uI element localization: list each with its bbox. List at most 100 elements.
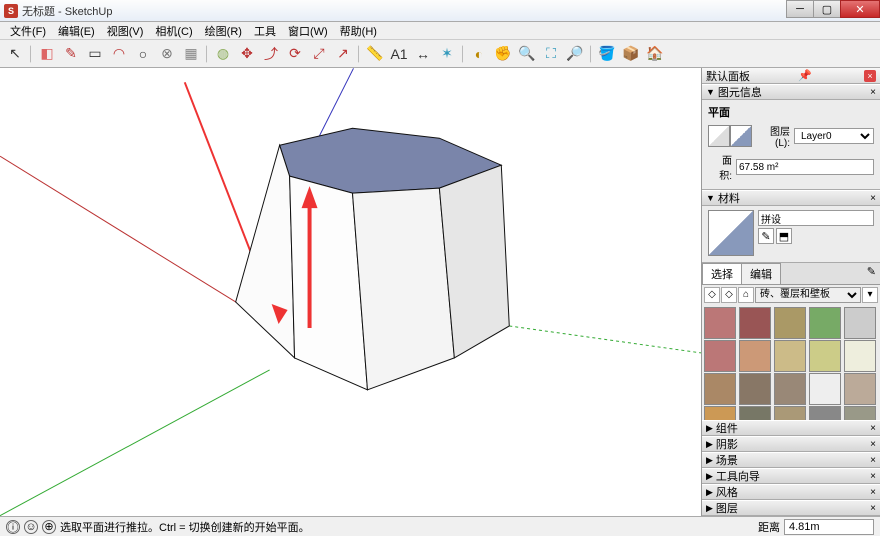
panel-close-icon[interactable]: × [870,439,876,450]
menu-view[interactable]: 视图(V) [101,21,150,41]
panel-entity-info-head[interactable]: ▼ 图元信息 × [702,84,880,100]
panel-close-icon[interactable]: × [870,455,876,466]
tool-text[interactable]: A1 [388,43,410,65]
texture-swatch[interactable] [844,307,876,339]
entity-type: 平面 [708,107,730,119]
menu-file[interactable]: 文件(F) [4,21,52,41]
tool-rect[interactable]: ▭ [84,43,106,65]
user-icon[interactable]: ☺ [24,520,38,534]
tool-line[interactable]: ✎ [60,43,82,65]
info-icon[interactable]: ⓘ [6,520,20,534]
expand-icon: ▶ [706,423,713,434]
panel-场景-head[interactable]: ▶场景× [702,452,880,468]
panel-close-icon[interactable]: × [870,193,876,204]
panel-风格-head[interactable]: ▶风格× [702,484,880,500]
layer-select[interactable]: Layer0 [794,128,874,144]
texture-swatch[interactable] [809,307,841,339]
texture-swatch[interactable] [739,340,771,372]
layer-label: 图层(L): [756,123,790,149]
tool-zoom-extents[interactable]: ⛶ [540,43,562,65]
tool-arc[interactable]: ◠ [108,43,130,65]
texture-swatch[interactable] [739,307,771,339]
panel-阴影-head[interactable]: ▶阴影× [702,436,880,452]
tool-select[interactable]: ↖ [4,43,26,65]
texture-swatch[interactable] [774,406,806,420]
tool-tape[interactable]: 📏 [364,43,386,65]
tool-pan[interactable]: 🔍 [516,43,538,65]
tool-scale[interactable]: ⤢ [308,43,330,65]
texture-swatch[interactable] [739,373,771,405]
texture-swatch[interactable] [844,340,876,372]
menu-tools[interactable]: 工具 [248,21,282,41]
tool-move[interactable]: ✥ [236,43,258,65]
tool-protractor[interactable]: ◐ [468,43,490,65]
vcb-input[interactable] [784,519,874,535]
back-button[interactable]: ◇ [704,287,720,303]
minimize-button[interactable]: ─ [786,0,814,18]
tool-eraser[interactable]: ◧ [36,43,58,65]
home-button[interactable]: ⌂ [738,287,754,303]
panel-close-icon[interactable]: × [870,471,876,482]
tool-offset[interactable]: ⤴ [260,43,282,65]
texture-swatch[interactable] [704,406,736,420]
tool-axes[interactable]: ✶ [436,43,458,65]
panel-工具向导-head[interactable]: ▶工具向导× [702,468,880,484]
texture-swatch[interactable] [844,406,876,420]
fwd-button[interactable]: ◇ [721,287,737,303]
collapse-icon: ▼ [706,193,715,203]
eyedropper-icon[interactable]: ✎ [863,263,880,284]
texture-swatch[interactable] [844,373,876,405]
titlebar: S 无标题 - SketchUp ─ ▢ ✕ [0,0,880,22]
geo-icon[interactable]: ⊕ [42,520,56,534]
create-material-button[interactable]: ✎ [758,228,774,244]
texture-swatch[interactable] [809,406,841,420]
menu-window[interactable]: 窗口(W) [282,21,334,41]
panel-图层-head[interactable]: ▶图层× [702,500,880,516]
texture-swatch[interactable] [774,373,806,405]
texture-swatch[interactable] [739,406,771,420]
panel-close-icon[interactable]: × [870,503,876,514]
tool-paint[interactable]: 🪣 [596,43,618,65]
tool-circle[interactable]: ○ [132,43,154,65]
close-button[interactable]: ✕ [840,0,880,18]
menu-button[interactable]: ▾ [862,287,878,303]
pin-icon[interactable]: 📌 [798,69,812,82]
face-swatch[interactable] [708,125,752,147]
default-material-button[interactable]: ⬒ [776,228,792,244]
maximize-button[interactable]: ▢ [813,0,841,18]
texture-swatch[interactable] [704,373,736,405]
panel-组件-head[interactable]: ▶组件× [702,420,880,436]
tool-rotate[interactable]: ⟳ [284,43,306,65]
texture-swatch[interactable] [774,340,806,372]
tool-freehand[interactable]: ⊗ [156,43,178,65]
panel-materials-head[interactable]: ▼ 材料 × [702,190,880,206]
menu-help[interactable]: 帮助(H) [334,21,383,41]
tool-pushpull[interactable]: ◍ [212,43,234,65]
panel-close-icon[interactable]: × [870,487,876,498]
tool-followme[interactable]: ↗ [332,43,354,65]
tray-title: 默认面板 [706,68,750,84]
tool-orbit[interactable]: ✊ [492,43,514,65]
tab-edit[interactable]: 编辑 [741,263,781,284]
texture-swatch[interactable] [774,307,806,339]
texture-swatch[interactable] [809,340,841,372]
texture-swatch[interactable] [704,340,736,372]
collection-select[interactable]: 砖、覆层和壁板 [755,287,861,303]
texture-swatch[interactable] [704,307,736,339]
tool-dim[interactable]: ↔ [412,43,434,65]
material-name[interactable]: 拼设 [758,210,874,226]
tool-component[interactable]: 📦 [620,43,642,65]
menu-draw[interactable]: 绘图(R) [199,21,248,41]
menu-camera[interactable]: 相机(C) [149,21,198,41]
current-material-swatch[interactable] [708,210,754,256]
tab-select[interactable]: 选择 [702,263,742,284]
tool-3dwh[interactable]: 🏠 [644,43,666,65]
panel-close-icon[interactable]: × [870,87,876,98]
menu-edit[interactable]: 编辑(E) [52,21,101,41]
tool-zoom-window[interactable]: 🔎 [564,43,586,65]
viewport[interactable] [0,68,702,516]
tool-polygon[interactable]: ▦ [180,43,202,65]
tray-close-button[interactable]: × [864,70,876,82]
panel-close-icon[interactable]: × [870,423,876,434]
texture-swatch[interactable] [809,373,841,405]
